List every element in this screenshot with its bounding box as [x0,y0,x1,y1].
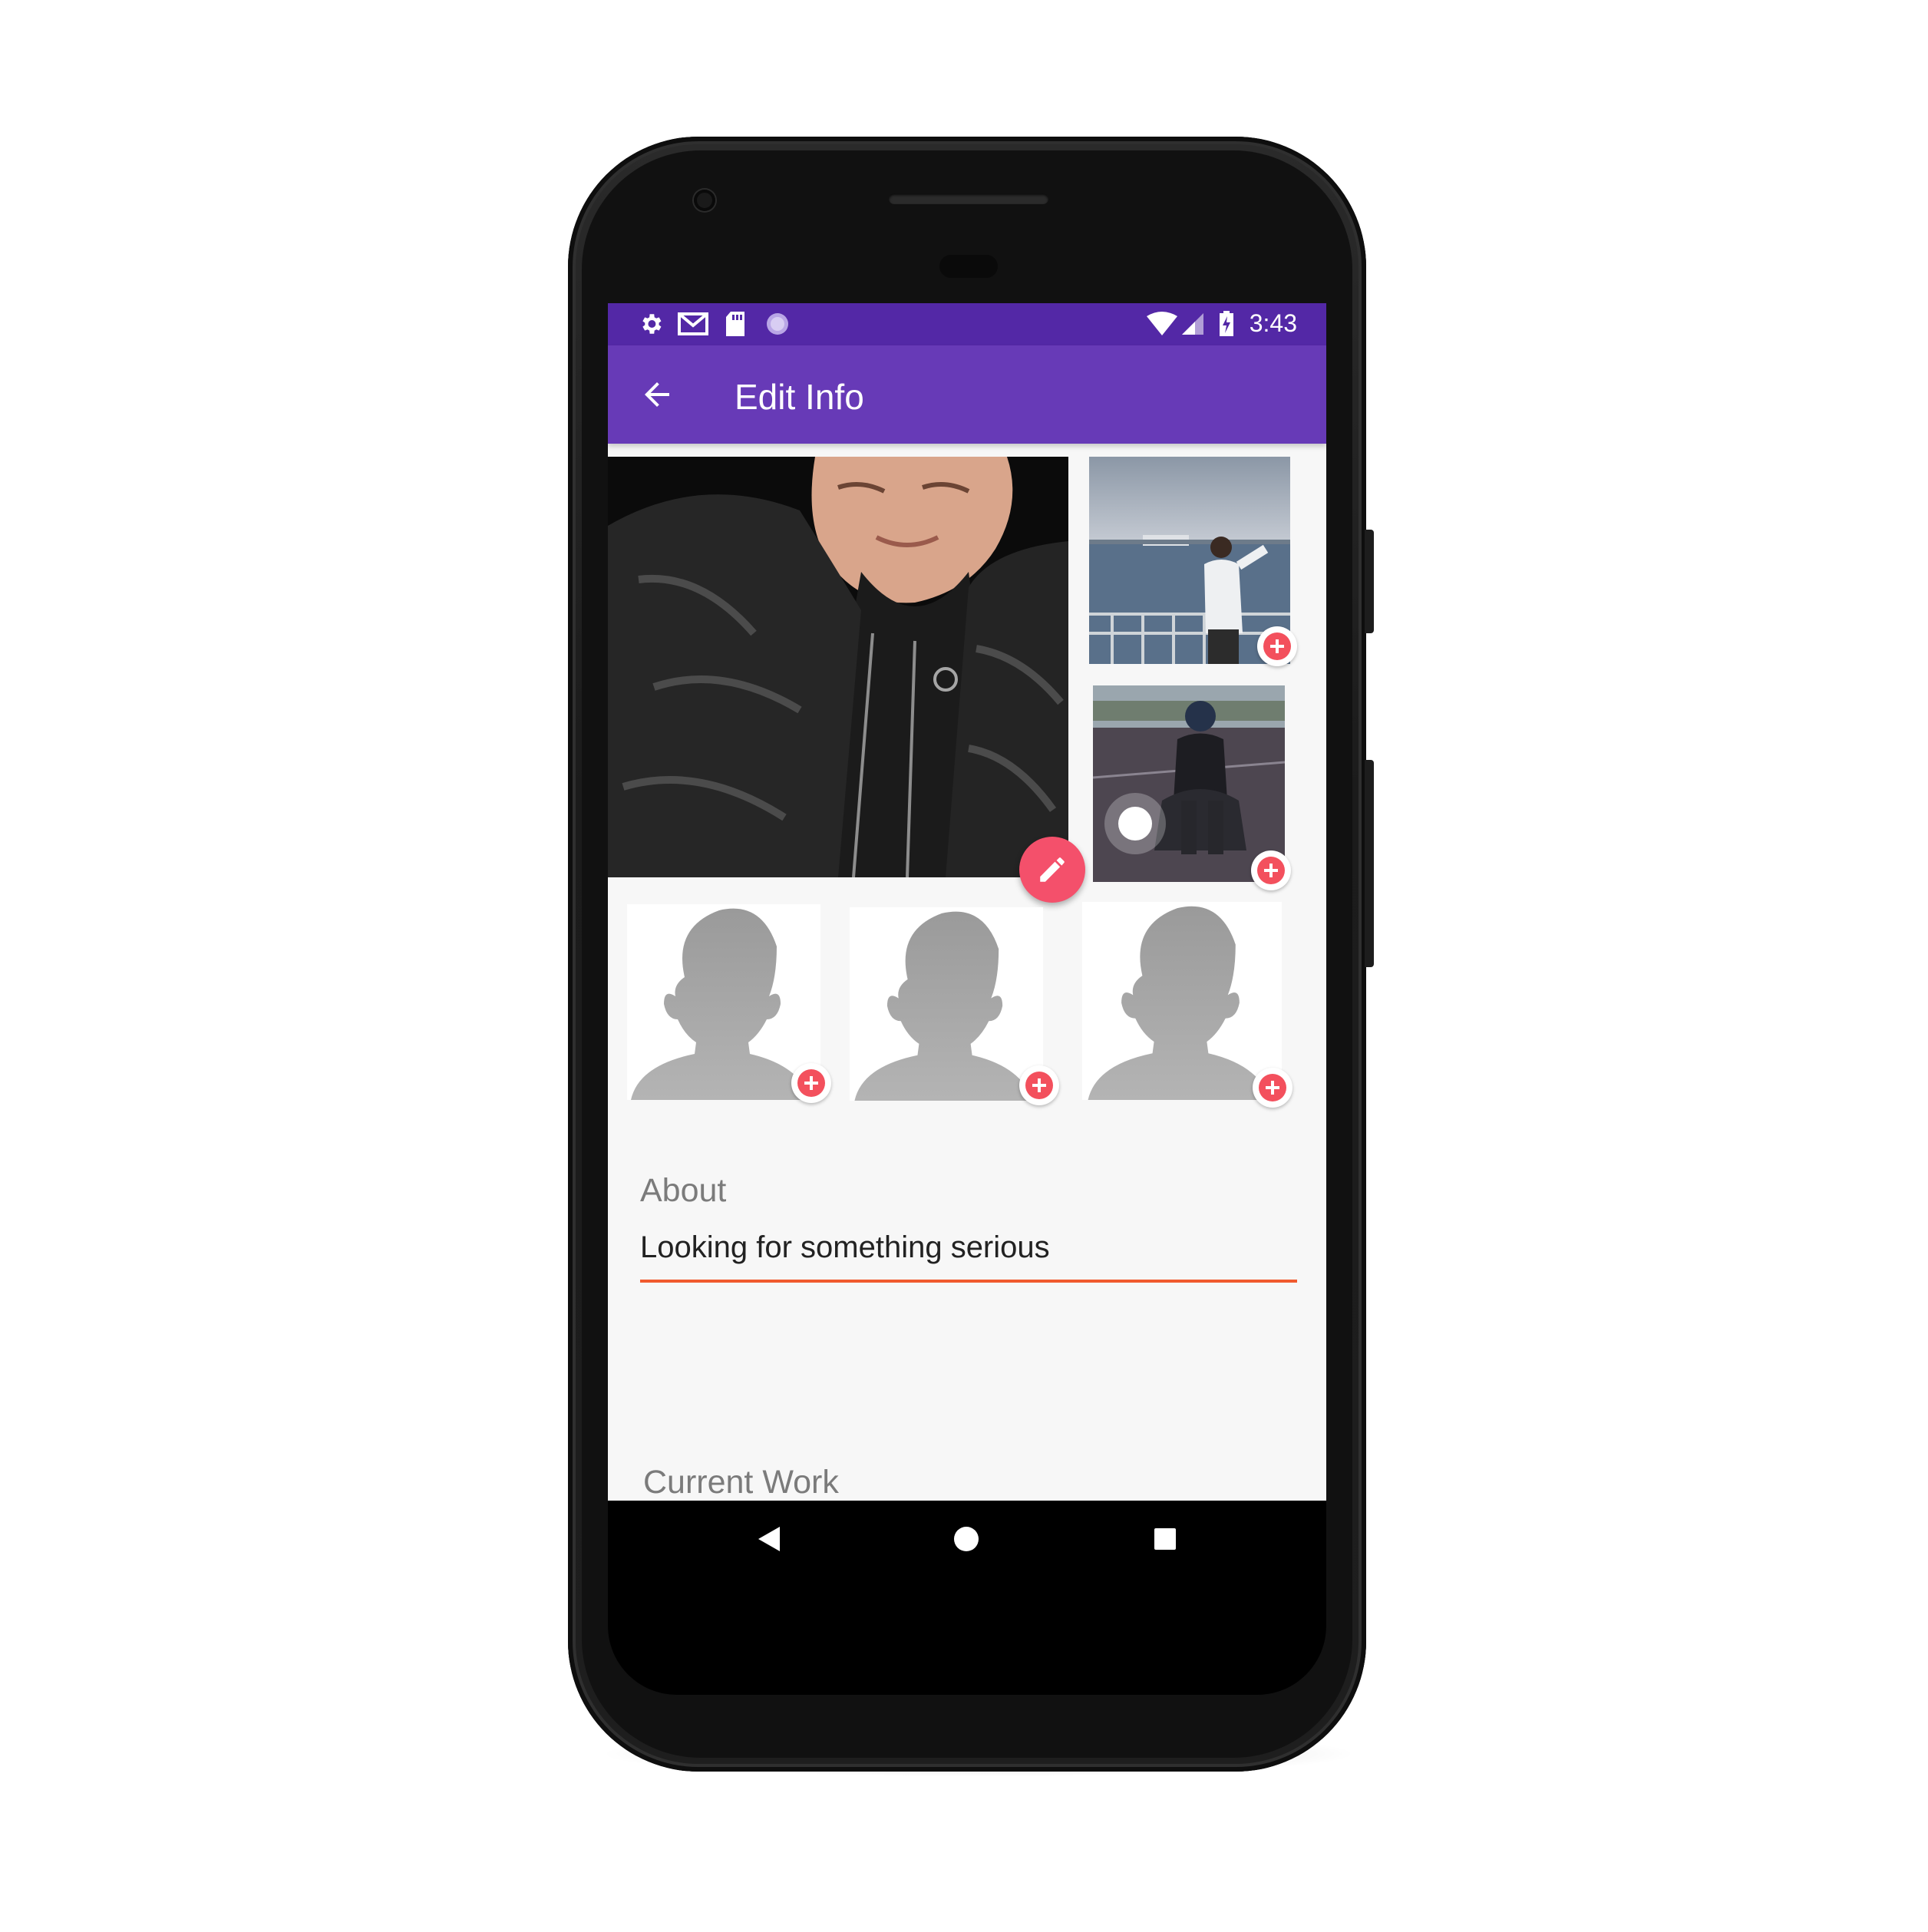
add-photo-button-4[interactable] [1019,1065,1059,1105]
volume-button [1365,760,1374,967]
power-button [1365,530,1374,633]
gear-icon [637,311,665,337]
photo-slot-2[interactable] [1093,685,1285,882]
user-silhouette-icon [631,908,811,1100]
plus-icon [1025,1072,1053,1099]
add-photo-button-5[interactable] [1253,1068,1292,1108]
battery-charging-icon [1218,311,1235,337]
about-label: About [640,1172,727,1209]
user-silhouette-icon [854,911,1033,1101]
arrow-left-icon[interactable] [639,376,675,413]
front-camera-icon [694,190,715,211]
earpiece-speaker [889,193,1048,204]
pencil-icon [1040,857,1065,882]
recents-square-icon[interactable] [1154,1528,1176,1550]
about-input[interactable] [640,1224,1297,1270]
signal-icon [1180,311,1205,337]
home-circle-icon[interactable] [954,1527,979,1551]
photo-slot-5[interactable] [1082,902,1282,1100]
gmail-icon [677,311,709,337]
app-bar: Edit Info [608,345,1326,444]
phone-chin [608,1580,1326,1695]
photo-slot-3[interactable] [627,904,820,1100]
photo-slot-1[interactable] [1089,457,1290,664]
current-work-label: Current Work [643,1464,839,1501]
photo-slot-4[interactable] [850,907,1043,1101]
plus-icon [1263,632,1291,660]
sync-dot-icon [764,311,791,337]
back-triangle-icon[interactable] [758,1527,780,1551]
user-silhouette-icon [1088,906,1271,1100]
edit-photo-button[interactable] [1019,837,1085,903]
sd-card-icon [723,311,748,337]
add-photo-button-3[interactable] [791,1063,831,1103]
navigation-bar [608,1501,1326,1580]
status-bar: 3:43 [608,303,1326,345]
about-input-underline [640,1280,1297,1283]
page-title: Edit Info [735,377,864,417]
main-profile-photo[interactable] [608,457,1068,877]
add-photo-button-2[interactable] [1251,850,1291,890]
screen: 3:43 Edit Info About Looking for somethi… [608,303,1326,1581]
plus-icon [797,1069,825,1097]
plus-icon [1259,1074,1286,1101]
proximity-sensor [939,255,998,278]
plus-icon [1257,857,1285,884]
wifi-icon [1145,311,1179,337]
add-photo-button-1[interactable] [1257,626,1297,666]
status-time: 3:43 [1249,309,1297,337]
